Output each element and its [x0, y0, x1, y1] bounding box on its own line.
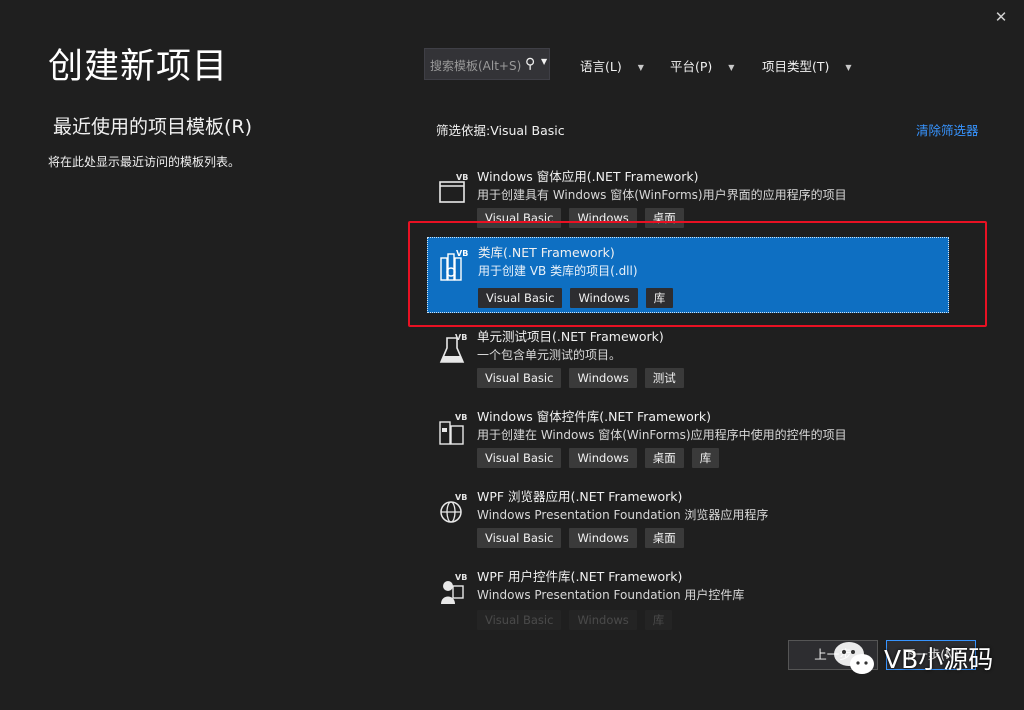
- chevron-down-icon: ▼: [637, 63, 644, 72]
- tag-type: 桌面: [644, 448, 684, 468]
- close-button[interactable]: ✕: [990, 6, 1012, 28]
- template-description: Windows Presentation Foundation 浏览器应用程序: [477, 508, 769, 522]
- template-item-control-library[interactable]: VB Windows 窗体控件库(.NET Framework) 用于创建在 W…: [427, 402, 949, 478]
- recent-templates-empty-text: 将在此处显示最近访问的模板列表。: [48, 155, 241, 169]
- svg-text:VB: VB: [455, 333, 467, 342]
- tag-language: Visual Basic: [477, 368, 562, 388]
- control-library-icon: VB: [439, 413, 467, 445]
- tag-language: Visual Basic: [477, 448, 562, 468]
- tag-type: 库: [691, 448, 720, 468]
- svg-text:VB: VB: [455, 413, 467, 422]
- template-name: WPF 用户控件库(.NET Framework): [477, 569, 683, 584]
- chevron-down-icon: ▼: [728, 63, 735, 72]
- close-icon[interactable]: ✕: [995, 8, 1008, 26]
- tag-platform: Windows: [569, 528, 637, 548]
- template-item-unit-test[interactable]: VB 单元测试项目(.NET Framework) 一个包含单元测试的项目。 V…: [427, 322, 949, 398]
- platform-filter-label: 平台(P): [670, 59, 713, 74]
- tag-type: 桌面: [644, 528, 684, 548]
- page-title: 创建新项目: [48, 47, 229, 87]
- clear-filters-link[interactable]: 清除筛选器: [916, 120, 979, 139]
- chevron-down-icon: ▼: [845, 63, 852, 72]
- tag-platform: Windows: [569, 368, 637, 388]
- template-description: 用于创建在 Windows 窗体(WinForms)应用程序中使用的控件的项目: [477, 428, 847, 442]
- template-item-wpf-browser-app[interactable]: VB WPF 浏览器应用(.NET Framework) Windows Pre…: [427, 482, 949, 558]
- recent-templates-heading: 最近使用的项目模板(R): [53, 116, 253, 138]
- winforms-app-icon: VB: [439, 172, 469, 203]
- language-filter-dropdown[interactable]: 语言(L) ▼: [580, 56, 644, 75]
- project-type-filter-dropdown[interactable]: 项目类型(T) ▼: [762, 56, 852, 75]
- tag-language: Visual Basic: [477, 528, 562, 548]
- search-dropdown-icon[interactable]: ▼: [541, 57, 547, 66]
- language-filter-label: 语言(L): [580, 59, 622, 74]
- template-description: 用于创建具有 Windows 窗体(WinForms)用户界面的应用程序的项目: [477, 188, 847, 202]
- svg-text:VB: VB: [455, 573, 467, 582]
- template-description: Windows Presentation Foundation 用户控件库: [477, 588, 745, 602]
- platform-filter-dropdown[interactable]: 平台(P) ▼: [670, 56, 734, 75]
- template-name: Windows 窗体控件库(.NET Framework): [477, 409, 712, 424]
- unit-test-icon: VB: [439, 333, 467, 363]
- search-icon[interactable]: ⚲: [525, 56, 535, 72]
- wpf-user-control-library-icon: VB: [441, 573, 467, 604]
- template-name: WPF 浏览器应用(.NET Framework): [477, 489, 683, 504]
- tag-language: Visual Basic: [477, 610, 562, 630]
- tag-platform: Windows: [569, 448, 637, 468]
- watermark-text: VB小源码: [884, 645, 994, 674]
- filter-by-label: 筛选依据:Visual Basic: [436, 123, 565, 138]
- tag-type: 测试: [644, 368, 684, 388]
- selection-highlight-annotation: [408, 221, 987, 327]
- template-name: 单元测试项目(.NET Framework): [477, 329, 664, 344]
- watermark: VB小源码: [832, 638, 993, 678]
- tag-platform: Windows: [569, 610, 637, 630]
- wpf-browser-app-icon: VB: [440, 493, 467, 523]
- template-search-box[interactable]: 搜索模板(Alt+S) ⚲ ▼: [424, 48, 550, 80]
- template-description: 一个包含单元测试的项目。: [477, 348, 622, 362]
- template-name: Windows 窗体应用(.NET Framework): [477, 169, 699, 184]
- svg-text:VB: VB: [455, 493, 467, 502]
- template-item-wpf-user-control-library[interactable]: VB WPF 用户控件库(.NET Framework) Windows Pre…: [427, 562, 949, 614]
- tag-type: 库: [644, 610, 673, 630]
- wechat-icon: [834, 642, 874, 674]
- svg-text:VB: VB: [456, 173, 468, 182]
- project-type-filter-label: 项目类型(T): [762, 59, 830, 74]
- search-input[interactable]: 搜索模板(Alt+S): [430, 57, 521, 74]
